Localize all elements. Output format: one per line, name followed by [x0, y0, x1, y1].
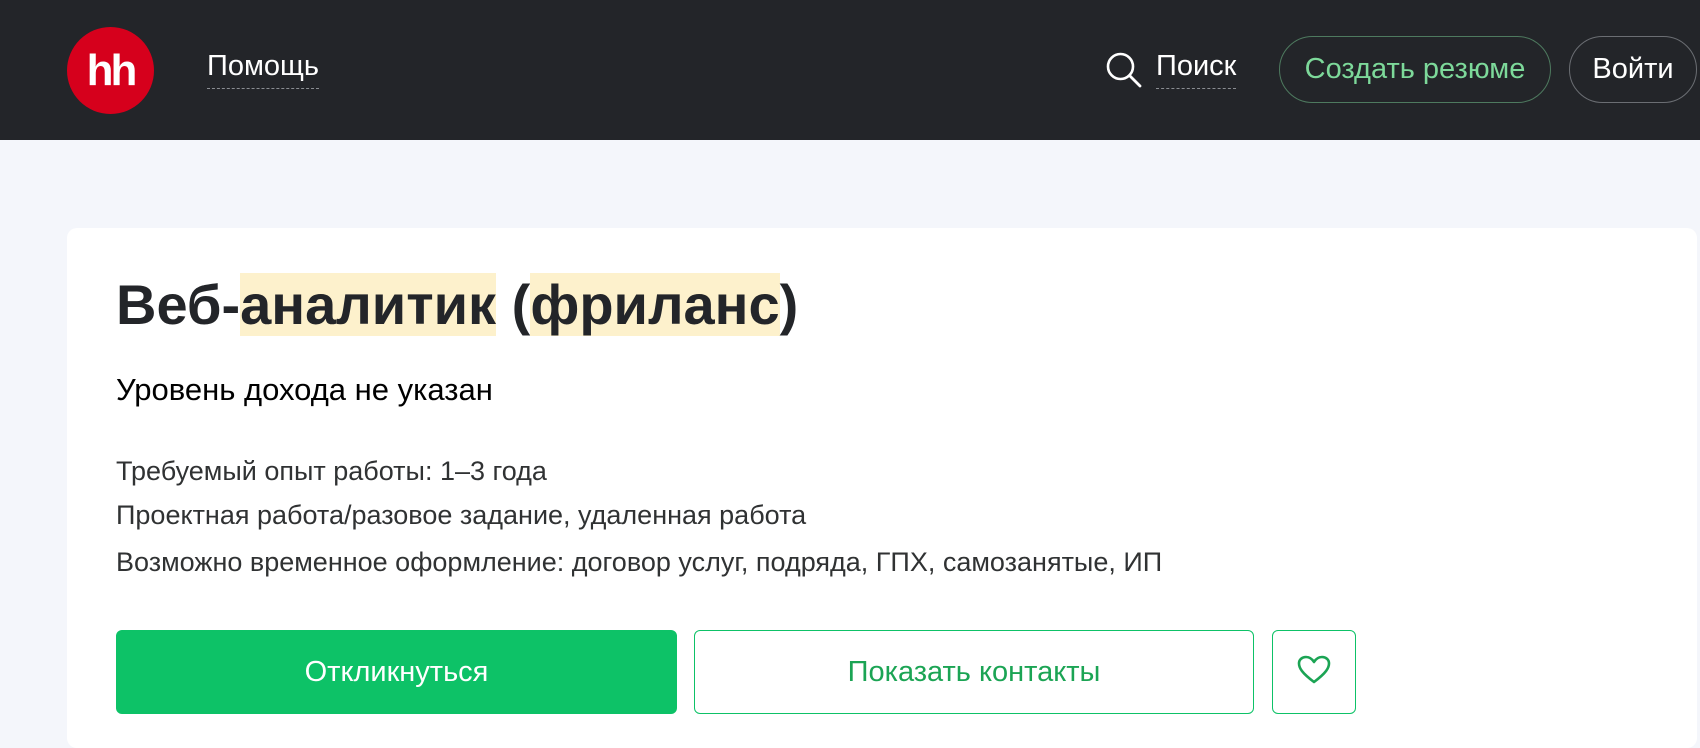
- title-prefix: Веб-: [116, 273, 241, 336]
- heart-icon: [1297, 655, 1331, 690]
- search-label: Поиск: [1156, 50, 1237, 89]
- login-button[interactable]: Войти: [1569, 36, 1697, 103]
- title-suffix: ): [779, 273, 799, 336]
- vacancy-title: Веб-аналитик (фриланс): [116, 270, 798, 340]
- experience-text: Требуемый опыт работы: 1–3 года: [116, 456, 547, 486]
- salary-text: Уровень дохода не указан: [116, 372, 493, 407]
- search-icon: [1105, 51, 1143, 89]
- contract-type-text: Возможно временное оформление: договор у…: [116, 547, 1163, 577]
- show-contacts-button[interactable]: Показать контакты: [694, 630, 1254, 714]
- nav-help-link[interactable]: Помощь: [207, 50, 320, 89]
- create-resume-button[interactable]: Создать резюме: [1279, 36, 1551, 103]
- title-highlight-freelance: фриланс: [530, 273, 780, 336]
- top-navbar: hh Помощь Поиск Создать резюме Войти: [0, 0, 1700, 140]
- apply-button[interactable]: Откликнуться: [116, 630, 677, 714]
- favorite-button[interactable]: [1272, 630, 1356, 714]
- employment-type-text: Проектная работа/разовое задание, удален…: [116, 500, 807, 530]
- title-highlight-analyst: аналитик: [240, 273, 497, 336]
- search-button[interactable]: Поиск: [1105, 50, 1237, 89]
- title-middle: (: [496, 273, 531, 336]
- hh-logo[interactable]: hh: [67, 27, 154, 114]
